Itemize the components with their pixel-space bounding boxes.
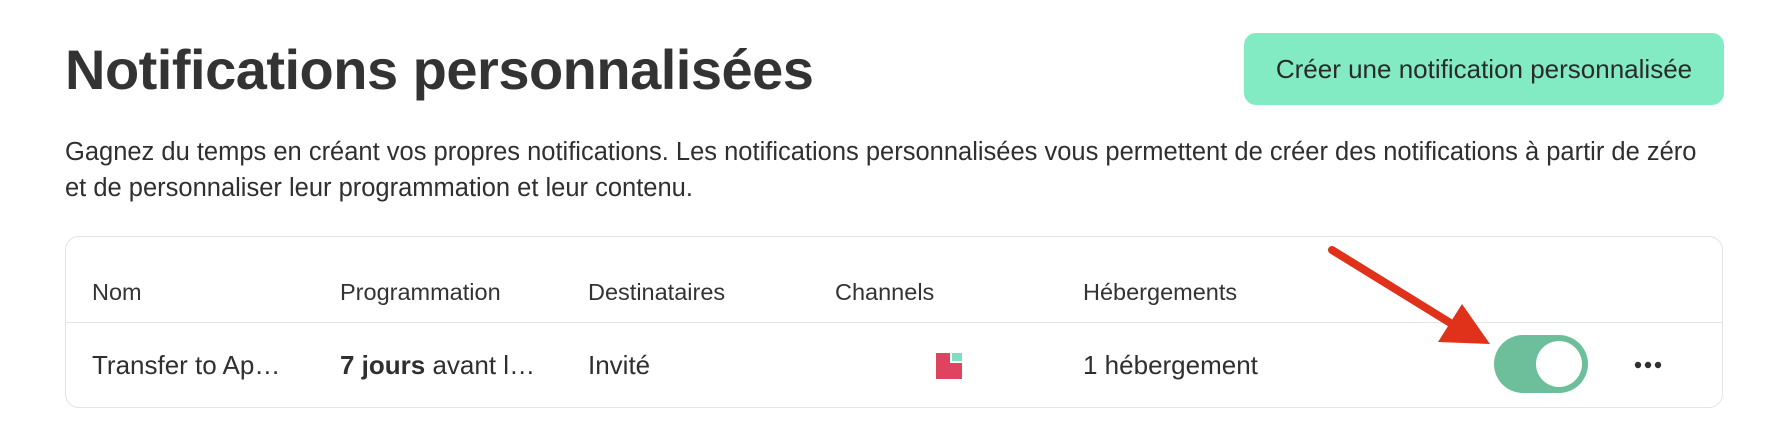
notification-recipients: Invité (588, 350, 651, 380)
column-header-schedule: Programmation (340, 279, 501, 305)
notification-schedule: 7 jours avant l'a… (340, 345, 540, 385)
schedule-rest: avant l'a… (432, 350, 540, 380)
annotation-arrow-icon (1328, 246, 1490, 344)
column-header-name: Nom (92, 279, 142, 305)
column-header-listings: Hébergements (1083, 279, 1238, 305)
page-title: Notifications personnalisées (65, 38, 814, 101)
toggle-knob (1536, 341, 1582, 387)
column-header-channels: Channels (835, 279, 935, 305)
notification-enabled-toggle[interactable] (1494, 335, 1588, 393)
square-channel-icon (936, 353, 962, 379)
create-custom-notification-button[interactable]: Créer une notification personnalisée (1244, 33, 1724, 105)
more-horizontal-icon (1626, 361, 1670, 384)
page-description: Gagnez du temps en créant vos propres no… (65, 138, 1697, 202)
more-actions-button[interactable] (1626, 349, 1670, 381)
notification-name[interactable]: Transfer to Apar… (92, 345, 292, 385)
custom-notifications-page: Notifications personnalisées Créer une n… (0, 0, 1766, 444)
column-header-recipients: Destinataires (588, 279, 726, 305)
notification-listings: 1 hébergement (1083, 350, 1258, 380)
schedule-days: 7 jours (340, 350, 426, 380)
